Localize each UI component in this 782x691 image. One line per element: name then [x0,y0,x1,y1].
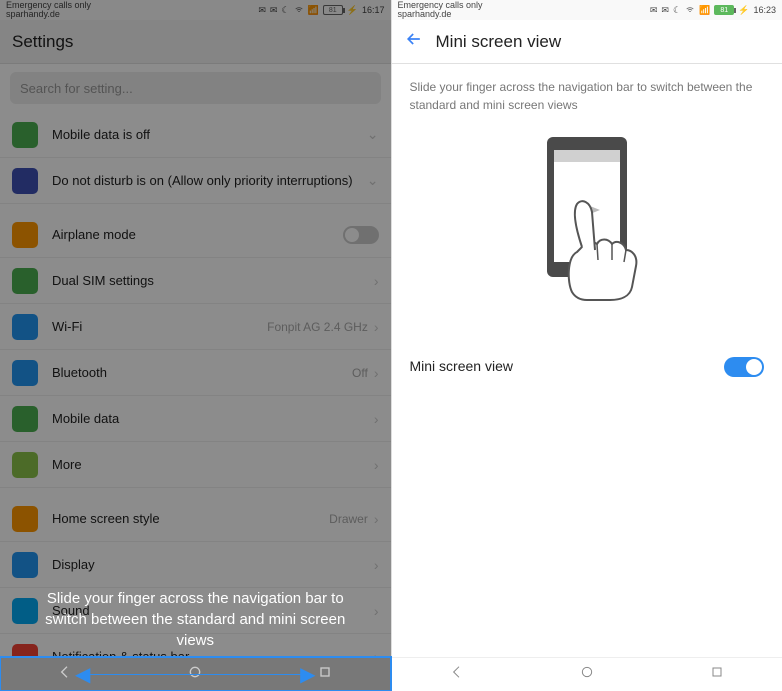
arrow-right-icon: ▶ [300,662,315,687]
wifi-icon [12,314,38,340]
mail-icon: ✉ [650,5,658,16]
clock-text: 16:17 [362,5,385,15]
chevron-down-icon: ⌄ [367,172,379,189]
network-text: sparhandy.de [398,10,483,19]
row-label: Airplane mode [52,227,343,242]
mobile-data-status-icon [12,122,38,148]
signal-icon: 📶 [699,5,710,16]
settings-row-dual-sim[interactable]: Dual SIM settings› [0,258,391,304]
battery-icon: 81 [323,5,343,15]
bluetooth-icon [12,360,38,386]
home-screen-style-icon [12,506,38,532]
chevron-right-icon: › [374,319,379,335]
nav-home-icon[interactable] [579,664,595,685]
toggle-switch[interactable] [724,357,764,377]
network-text: sparhandy.de [6,10,91,19]
search-placeholder: Search for setting... [20,81,133,96]
nav-bar[interactable] [392,657,782,691]
page-title: Settings [0,20,391,64]
row-value: Fonpit AG 2.4 GHz [267,320,368,334]
row-value: Off [352,366,368,380]
signal-icon: 📶 [308,5,319,16]
settings-list: Mobile data is off⌄Do not disturb is on … [0,112,391,657]
mail-icon: ✉ [270,5,278,16]
settings-row-display[interactable]: Display› [0,542,391,588]
chevron-right-icon: › [374,557,379,573]
chevron-right-icon: › [374,365,379,381]
chevron-right-icon: › [374,273,379,289]
settings-row-more[interactable]: More› [0,442,391,488]
row-label: Mobile data is off [52,127,367,142]
nav-bar[interactable]: ◀ ▶ [0,657,391,691]
airplane-mode-icon [12,222,38,248]
settings-row-dnd-status[interactable]: Do not disturb is on (Allow only priorit… [0,158,391,204]
settings-row-home-screen-style[interactable]: Home screen styleDrawer › [0,496,391,542]
mail-icon: ✉ [258,5,266,16]
chevron-right-icon: › [374,511,379,527]
charging-icon: ⚡ [347,5,358,16]
phone-settings: Emergency calls only sparhandy.de ✉ ✉ ☾ … [0,0,391,691]
mobile-data-icon [12,406,38,432]
row-label: Display [52,557,374,572]
row-value: Drawer [329,512,368,526]
row-label: Dual SIM settings [52,273,374,288]
phone-mini-screen: Emergency calls only sparhandy.de ✉ ✉ ☾ … [391,0,782,691]
row-label: Wi-Fi [52,319,267,334]
chevron-right-icon: › [374,411,379,427]
search-input[interactable]: Search for setting... [10,72,381,104]
wifi-icon [294,4,304,16]
hint-toast: Slide your finger across the navigation … [0,588,391,651]
settings-row-mobile-data[interactable]: Mobile data› [0,396,391,442]
status-bar: Emergency calls only sparhandy.de ✉ ✉ ☾ … [392,0,782,20]
chevron-right-icon: › [374,457,379,473]
wifi-icon [685,4,695,16]
nav-back-icon[interactable] [57,664,73,685]
arrow-left-icon: ◀ [75,662,90,687]
dual-sim-icon [12,268,38,294]
option-label: Mini screen view [410,356,513,377]
settings-row-mobile-data-status[interactable]: Mobile data is off⌄ [0,112,391,158]
display-icon [12,552,38,578]
row-label: Bluetooth [52,365,352,380]
mini-screen-toggle-row[interactable]: Mini screen view [410,342,765,391]
page-header: Mini screen view [392,20,782,64]
status-bar: Emergency calls only sparhandy.de ✉ ✉ ☾ … [0,0,391,20]
gesture-illustration [410,132,765,302]
toggle-switch[interactable] [343,226,379,244]
nav-recent-icon[interactable] [317,664,333,685]
description-text: Slide your finger across the navigation … [410,78,765,114]
mail-icon: ✉ [661,5,669,16]
chevron-down-icon: ⌄ [367,126,379,143]
moon-icon: ☾ [673,5,681,16]
row-label: Mobile data [52,411,374,426]
row-label: Home screen style [52,511,329,526]
moon-icon: ☾ [281,5,289,16]
battery-icon: 81 [714,5,734,15]
settings-row-bluetooth[interactable]: BluetoothOff › [0,350,391,396]
settings-row-wifi[interactable]: Wi-FiFonpit AG 2.4 GHz › [0,304,391,350]
content-area: Slide your finger across the navigation … [392,64,782,657]
back-button[interactable] [404,29,424,54]
nav-back-icon[interactable] [449,664,465,685]
row-label: More [52,457,374,472]
clock-text: 16:23 [753,5,776,15]
nav-recent-icon[interactable] [709,664,725,685]
charging-icon: ⚡ [738,5,749,16]
page-title: Mini screen view [436,32,562,52]
settings-row-airplane-mode[interactable]: Airplane mode [0,212,391,258]
more-icon [12,452,38,478]
row-label: Do not disturb is on (Allow only priorit… [52,173,367,188]
dnd-status-icon [12,168,38,194]
